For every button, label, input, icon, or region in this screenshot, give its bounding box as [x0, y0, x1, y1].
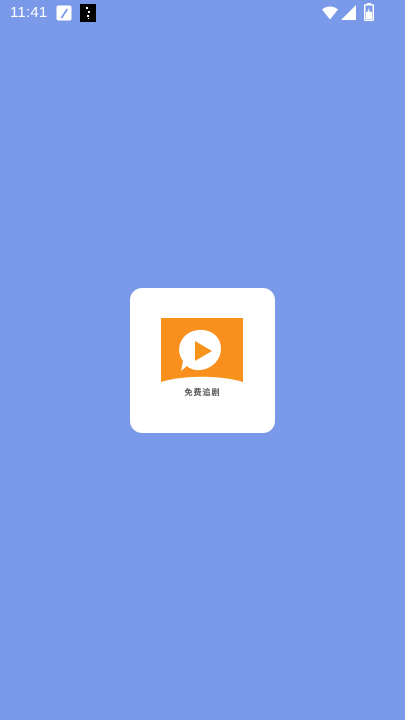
status-time: 11:41	[10, 4, 48, 21]
wifi-icon	[322, 6, 338, 20]
app-icon-card: 免费追剧	[130, 288, 275, 433]
app-name-label: 免费追剧	[184, 388, 221, 397]
play-icon	[161, 318, 243, 382]
splash-screen: 11:41 免费追剧	[0, 0, 405, 720]
battery-charging-icon	[364, 3, 374, 21]
status-bar: 11:41	[0, 0, 405, 26]
signal-icon	[341, 5, 356, 20]
notification-app-icon	[80, 4, 96, 22]
notification-edit-icon	[56, 5, 72, 21]
